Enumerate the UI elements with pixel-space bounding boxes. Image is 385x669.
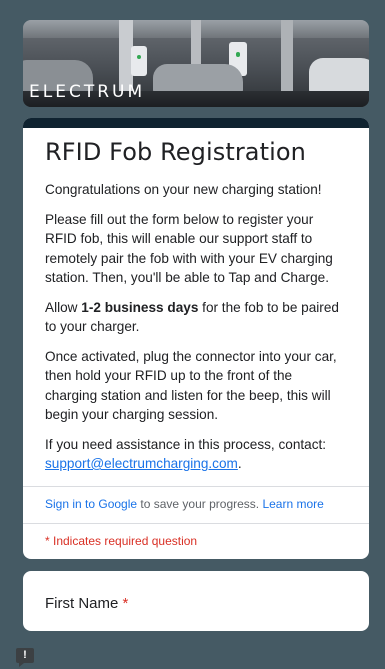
form-header-content: RFID Fob Registration Congratulations on… (23, 128, 369, 486)
card-accent-bar (23, 118, 369, 128)
business-days-bold: 1-2 business days (81, 299, 199, 315)
required-asterisk: * (122, 594, 129, 612)
report-feedback-icon[interactable]: ! (16, 648, 34, 667)
electrum-logo: ELECTRUM (29, 82, 146, 102)
support-email-link[interactable]: support@electrumcharging.com (45, 456, 238, 471)
form-description: Congratulations on your new charging sta… (45, 180, 347, 474)
form-header-card: RFID Fob Registration Congratulations on… (23, 118, 369, 559)
description-paragraph: Please fill out the form below to regist… (45, 211, 333, 286)
description-paragraph: Allow 1-2 business days for the fob to b… (45, 298, 347, 337)
required-note: * Indicates required question (45, 533, 198, 548)
description-text: If you need assistance in this process, … (45, 436, 327, 452)
description-text: . (237, 456, 242, 471)
banner-charger (131, 46, 147, 76)
banner-car (153, 64, 243, 94)
description-paragraph: Congratulations on your new charging sta… (45, 182, 322, 197)
description-text: Allow (45, 299, 82, 315)
description-paragraph: Once activated, plug the connector into … (45, 348, 337, 423)
signin-text: to save your progress. (137, 496, 263, 511)
description-paragraph: If you need assistance in this process, … (45, 435, 347, 474)
banner-car (309, 58, 369, 94)
question-title: First Name (45, 594, 119, 612)
header-banner-image: ELECTRUM (23, 20, 369, 107)
question-card-first-name: First Name * (23, 570, 369, 631)
signin-prompt: Sign in to Google to save your progress.… (23, 487, 369, 523)
form-title: RFID Fob Registration (45, 138, 306, 166)
sign-in-link[interactable]: Sign in to Google (45, 497, 137, 511)
question-label: First Name * (45, 595, 347, 612)
learn-more-link[interactable]: Learn more (262, 497, 323, 511)
form-page: ELECTRUM RFID Fob Registration Congratul… (23, 20, 369, 631)
